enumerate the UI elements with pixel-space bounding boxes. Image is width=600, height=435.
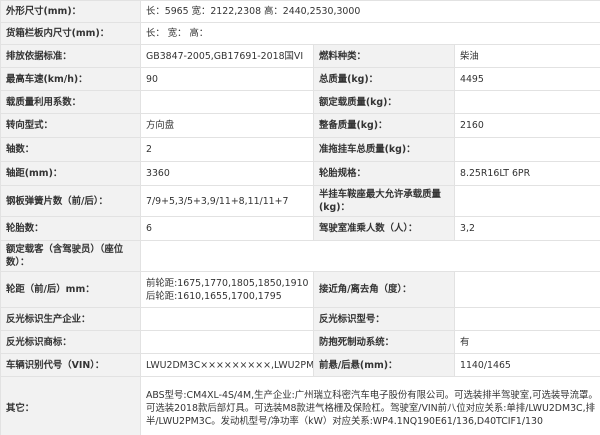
spec-value: GB3847-2005,GB17691-2018国VI [140, 44, 314, 68]
spec-label: 燃料种类： [313, 44, 455, 68]
spec-value: 柴油 [454, 44, 600, 68]
spec-label: 轴数： [0, 137, 141, 162]
spec-label: 最高车速(km/h)： [0, 67, 141, 91]
spec-label: 排放依据标准： [0, 44, 141, 68]
spec-value: 2160 [454, 113, 600, 138]
spec-label: 额定载客（含驾驶员）（座位数）： [0, 240, 141, 272]
spec-value: ABS型号:CM4XL-4S/4M,生产企业:广州瑞立科密汽车电子股份有限公司。… [140, 376, 600, 435]
spec-label: 接近角/离去角（度）： [313, 271, 455, 308]
spec-label: 半挂车鞍座最大允许承载质量(kg)： [313, 185, 455, 217]
spec-value [140, 90, 314, 114]
spec-row: 外形尺寸(mm)： 长：5965 宽：2122,2308 高：2440,2530,… [0, 0, 600, 23]
spec-label: 驾驶室准乘人数（人）： [313, 216, 455, 241]
spec-value [140, 240, 600, 272]
spec-row: 载质量利用系数： 额定载质量(kg)： [0, 90, 600, 114]
spec-label: 货箱栏板内尺寸(mm)： [0, 22, 141, 45]
spec-row: 轮距（前/后）mm： 前轮距:1675,1770,1805,1850,1910 后… [0, 271, 600, 308]
spec-label: 轮胎规格： [313, 161, 455, 186]
spec-row: 排放依据标准： GB3847-2005,GB17691-2018国VI 燃料种类：柴… [0, 44, 600, 68]
spec-row: 反光标识生产企业： 反光标识型号： [0, 307, 600, 331]
spec-row: 最高车速(km/h)： 90 总质量(kg)： 4495 [0, 67, 600, 91]
vehicle-spec-table: 外形尺寸(mm)： 长：5965 宽：2122,2308 高：2440,2530,… [0, 0, 600, 435]
spec-label: 轮胎数： [0, 216, 141, 241]
spec-value: 方向盘 [140, 113, 314, 138]
spec-row: 轴数： 2 准拖挂车总质量(kg)： [0, 137, 600, 162]
spec-value: 长：5965 宽：2122,2308 高：2440,2530,3000 [140, 0, 600, 23]
spec-row: 货箱栏板内尺寸(mm)： 长： 宽： 高： [0, 22, 600, 45]
spec-label: 前悬/后悬(mm)： [313, 353, 455, 377]
spec-row: 车辆识别代号（VIN）：LWU2DM3C×××××××××,LWU2PM3C××… [0, 353, 600, 377]
spec-row: 转向型式： 方向盘 整备质量(kg)： 2160 [0, 113, 600, 138]
spec-value [454, 307, 600, 331]
spec-label: 其它： [0, 376, 141, 435]
spec-value: 长： 宽： 高： [140, 22, 600, 45]
spec-label: 轮距（前/后）mm： [0, 271, 141, 308]
spec-value: 7/9+5,3/5+3,9/11+8,11/11+7 [140, 185, 314, 217]
spec-value: 3360 [140, 161, 314, 186]
spec-value: 1140/1465 [454, 353, 600, 377]
spec-label: 转向型式： [0, 113, 141, 138]
spec-value: 8.25R16LT 6PR [454, 161, 600, 186]
spec-value [140, 307, 314, 331]
spec-row: 轴距(mm)： 3360 轮胎规格： 8.25R16LT 6PR [0, 161, 600, 186]
spec-label: 额定载质量(kg)： [313, 90, 455, 114]
spec-value [454, 90, 600, 114]
spec-value: 前轮距:1675,1770,1805,1850,1910 后轮距:1610,16… [140, 271, 314, 308]
spec-label: 载质量利用系数： [0, 90, 141, 114]
spec-value: 6 [140, 216, 314, 241]
spec-row: 钢板弹簧片数（前/后）： 7/9+5,3/5+3,9/11+8,11/11+7 半挂… [0, 185, 600, 217]
spec-label: 整备质量(kg)： [313, 113, 455, 138]
spec-label: 反光标识型号： [313, 307, 455, 331]
spec-label: 防抱死制动系统： [313, 330, 455, 354]
spec-row: 反光标识商标： 防抱死制动系统：有 [0, 330, 600, 354]
spec-value: 2 [140, 137, 314, 162]
spec-label: 反光标识商标： [0, 330, 141, 354]
spec-row: 其它： ABS型号:CM4XL-4S/4M,生产企业:广州瑞立科密汽车电子股份有限… [0, 376, 600, 435]
spec-label: 总质量(kg)： [313, 67, 455, 91]
spec-value: LWU2DM3C×××××××××,LWU2PM3C××××××××× [140, 353, 314, 377]
spec-label: 钢板弹簧片数（前/后）： [0, 185, 141, 217]
spec-label: 反光标识生产企业： [0, 307, 141, 331]
spec-label: 准拖挂车总质量(kg)： [313, 137, 455, 162]
spec-value [454, 185, 600, 217]
spec-value [454, 271, 600, 308]
spec-value: 4495 [454, 67, 600, 91]
spec-value [140, 330, 314, 354]
spec-label: 车辆识别代号（VIN）： [0, 353, 141, 377]
spec-row: 轮胎数： 6 驾驶室准乘人数（人）： 3,2 [0, 216, 600, 241]
spec-value: 3,2 [454, 216, 600, 241]
spec-row: 额定载客（含驾驶员）（座位数）： [0, 240, 600, 272]
spec-value: 有 [454, 330, 600, 354]
spec-value [454, 137, 600, 162]
spec-label: 外形尺寸(mm)： [0, 0, 141, 23]
spec-value: 90 [140, 67, 314, 91]
spec-label: 轴距(mm)： [0, 161, 141, 186]
